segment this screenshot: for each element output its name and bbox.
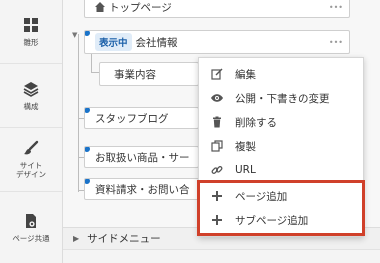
menu-item-edit[interactable]: 編集 <box>199 62 363 86</box>
menu-item-label: 複製 <box>235 140 256 153</box>
tree-node-staff-blog[interactable]: スタッフブログ <box>84 107 199 129</box>
sidebar-item-label: ページ共通 <box>12 233 50 243</box>
menu-item-label: 編集 <box>235 68 256 81</box>
node-label: 事業内容 <box>114 68 156 81</box>
menu-item-add-subpage[interactable]: サブページ追加 <box>199 208 363 232</box>
tree-connector <box>78 34 79 192</box>
node-label: お取扱い商品・サー <box>95 151 190 164</box>
status-dot <box>85 147 90 152</box>
page-settings-icon <box>26 213 36 228</box>
grid-icon <box>24 17 38 32</box>
menu-item-label: URL <box>235 164 256 176</box>
left-sidebar: 雛形 構成 サイト デザイン ページ共通 <box>0 0 63 263</box>
eye-icon <box>211 94 223 102</box>
sidebar-item-label: 雛形 <box>23 37 39 47</box>
status-dot <box>85 31 90 36</box>
tree-node-inquiry[interactable]: 資料請求・お問い合 <box>84 178 199 200</box>
tree-node-products[interactable]: お取扱い商品・サー <box>84 146 199 168</box>
sidebar-item-page-common[interactable]: ページ共通 <box>0 192 62 263</box>
menu-item-label: サブページ追加 <box>235 214 309 227</box>
sidebar-item-label: サイト デザイン <box>16 161 46 179</box>
menu-item-duplicate[interactable]: 複製 <box>199 134 363 158</box>
home-icon <box>95 2 105 12</box>
sidebar-item-structure[interactable]: 構成 <box>0 64 62 128</box>
menu-item-publish-toggle[interactable]: 公開・下書きの変更 <box>199 86 363 110</box>
context-menu: 編集 公開・下書きの変更 削除する 複製 URL ページ追加 サブページ追加 <box>198 57 364 237</box>
plus-icon <box>212 215 222 225</box>
sidebar-item-site-design[interactable]: サイト デザイン <box>0 128 62 192</box>
collapse-triangle-icon[interactable]: ▼ <box>72 31 77 39</box>
layers-icon <box>23 81 39 97</box>
node-label: スタッフブログ <box>95 112 169 125</box>
more-options-icon[interactable]: ••• <box>329 4 343 12</box>
menu-item-label: 公開・下書きの変更 <box>235 92 330 105</box>
menu-item-label: ページ追加 <box>235 190 288 203</box>
copy-icon <box>211 140 223 152</box>
trash-icon <box>213 116 221 128</box>
menu-item-label: 削除する <box>235 116 277 129</box>
menu-item-delete[interactable]: 削除する <box>199 110 363 134</box>
status-dot <box>85 179 90 184</box>
node-label: トップページ <box>109 1 172 14</box>
sidebar-item-template[interactable]: 雛形 <box>0 0 62 64</box>
section-label: サイドメニュー <box>87 233 161 245</box>
more-options-icon[interactable]: ••• <box>329 39 343 47</box>
tree-node-top-page[interactable]: トップページ ••• <box>84 0 350 18</box>
status-dot <box>85 108 90 113</box>
next-section <box>63 249 380 263</box>
menu-item-url[interactable]: URL <box>199 158 363 182</box>
plus-icon <box>212 191 222 201</box>
tree-node-business[interactable]: 事業内容 <box>99 62 199 86</box>
node-label: 資料請求・お問い合 <box>95 183 190 196</box>
edit-icon <box>211 68 223 80</box>
node-label: 会社情報 <box>135 36 178 49</box>
expand-triangle-icon: ▶ <box>73 234 80 243</box>
sidebar-item-label: 構成 <box>23 101 39 111</box>
link-icon <box>211 166 223 174</box>
tree-connector <box>91 72 99 73</box>
brush-icon <box>24 140 39 155</box>
menu-divider <box>199 180 363 181</box>
menu-item-add-page[interactable]: ページ追加 <box>199 184 363 208</box>
tree-node-company-info[interactable]: 表示中 会社情報 ••• <box>84 30 350 54</box>
status-badge: 表示中 <box>95 33 132 51</box>
